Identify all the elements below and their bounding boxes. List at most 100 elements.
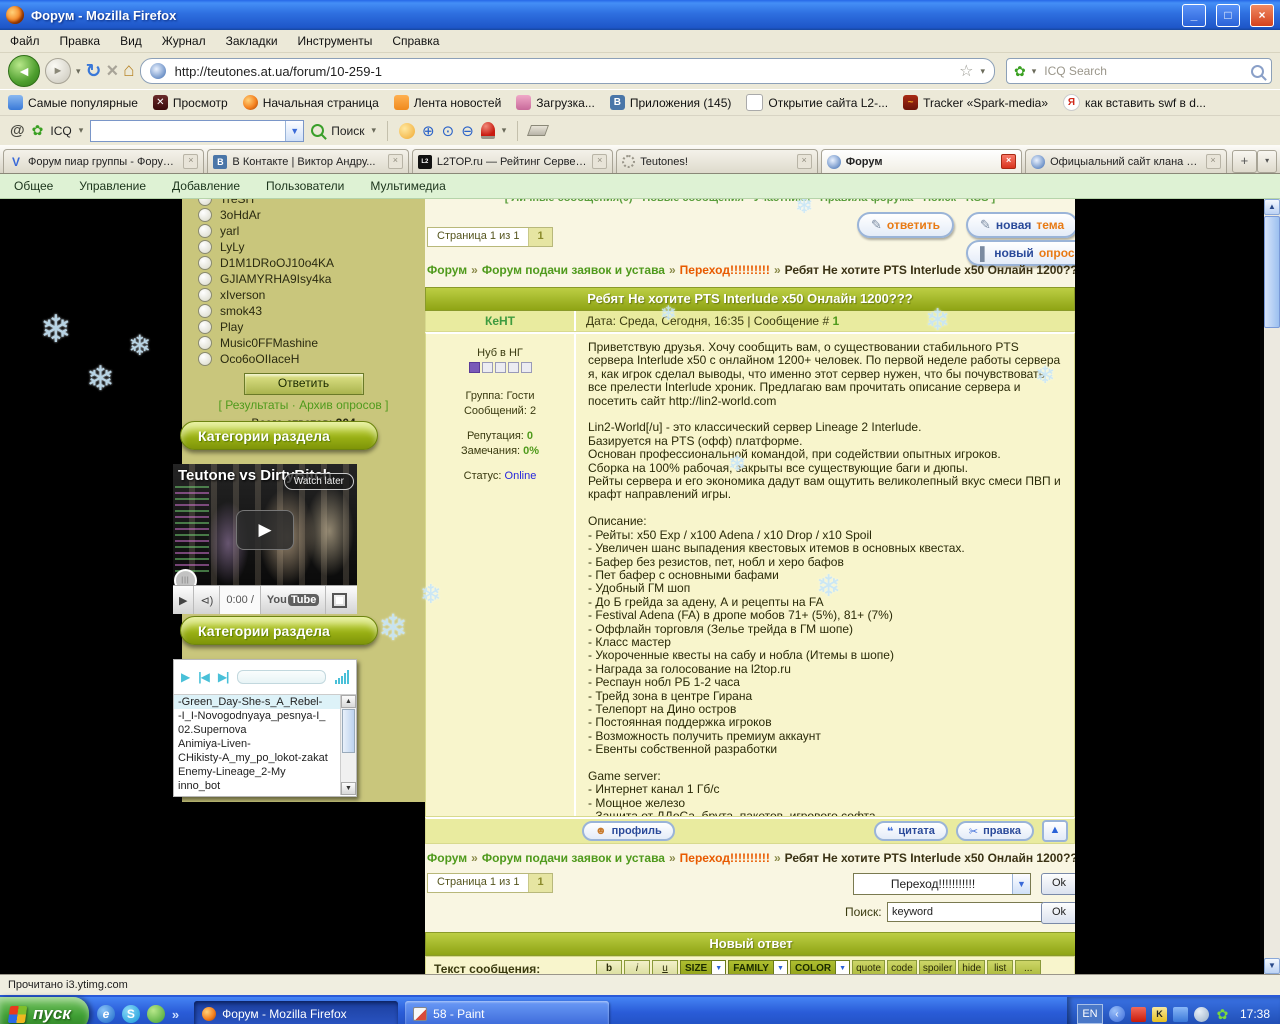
poll-option[interactable]: Play bbox=[198, 319, 425, 335]
ucoz-menu-management[interactable]: Управление bbox=[79, 179, 146, 193]
url-bar[interactable]: ☆ ▾ bbox=[139, 58, 995, 84]
search-options-dropdown-icon[interactable]: ▾ bbox=[372, 125, 377, 136]
playlist-track[interactable]: -Green_Day-She-s_A_Rebel- bbox=[174, 695, 356, 709]
bookmark-star-icon[interactable]: ☆ bbox=[959, 61, 973, 81]
menu-file[interactable]: Файл bbox=[10, 34, 40, 48]
radio-icon[interactable] bbox=[198, 199, 212, 206]
playlist-track[interactable]: -I_I-Novogodnyaya_pesnya-I_ bbox=[174, 709, 356, 723]
player-prev-button[interactable]: |◀ bbox=[198, 670, 210, 684]
select-dropdown-icon[interactable]: ▼ bbox=[1012, 874, 1030, 894]
list-bb-button[interactable]: list bbox=[987, 960, 1014, 974]
scroll-down-icon[interactable]: ▼ bbox=[341, 782, 356, 795]
poll-archive-link[interactable]: Архив опросов bbox=[299, 398, 382, 412]
poll-option[interactable]: Music0FFMashine bbox=[198, 335, 425, 351]
radio-icon[interactable] bbox=[198, 320, 212, 334]
bookmark-item[interactable]: Загрузка... bbox=[516, 95, 595, 110]
playlist-track[interactable]: 02.Supernova bbox=[174, 723, 356, 737]
search-ok-button[interactable]: Ok bbox=[1041, 902, 1075, 924]
bookmark-item[interactable]: ~ Tracker «Spark-media» bbox=[903, 95, 1048, 110]
tools-dropdown-icon[interactable]: ▾ bbox=[502, 125, 507, 136]
scroll-thumb[interactable] bbox=[342, 709, 355, 753]
ucoz-menu-general[interactable]: Общее bbox=[14, 179, 53, 193]
breadcrumb-subsection-link[interactable]: Переход!!!!!!!!!! bbox=[680, 263, 770, 277]
size-select[interactable]: SIZE ▼ bbox=[680, 960, 727, 974]
joystick-icon[interactable] bbox=[480, 122, 495, 139]
playlist-track[interactable]: Enemy-Lineage_2-My bbox=[174, 765, 356, 779]
bookmark-item[interactable]: B Приложения (145) bbox=[609, 95, 731, 110]
underline-button[interactable]: u bbox=[652, 960, 678, 974]
player-play-button[interactable]: ▶ bbox=[181, 670, 190, 684]
playlist-track[interactable]: CHikisty-A_my_po_lokot-zakat bbox=[174, 751, 356, 765]
forward-button[interactable]: ► bbox=[45, 58, 71, 84]
scroll-up-icon[interactable]: ▲ bbox=[341, 695, 356, 708]
jump-ok-button[interactable]: Ok bbox=[1041, 873, 1075, 895]
poll-option[interactable]: LyLy bbox=[198, 239, 425, 255]
radio-icon[interactable] bbox=[198, 256, 212, 270]
eraser-icon[interactable] bbox=[527, 125, 550, 136]
bold-button[interactable]: b bbox=[596, 960, 622, 974]
bookmark-item[interactable]: Открытие сайта L2-... bbox=[746, 94, 888, 111]
radio-icon[interactable] bbox=[198, 304, 212, 318]
web-search-input[interactable] bbox=[1042, 63, 1245, 79]
bookmark-item[interactable]: Самые популярные bbox=[8, 95, 138, 110]
play-overlay-button[interactable]: ▶ bbox=[236, 510, 294, 550]
bookmark-item[interactable]: Якак вставить swf в d... bbox=[1063, 94, 1206, 111]
select-dropdown-icon[interactable]: ▼ bbox=[835, 961, 850, 974]
edit-button[interactable]: ✂ правка bbox=[955, 821, 1034, 841]
tab-close-icon[interactable] bbox=[796, 154, 812, 169]
bookmark-item[interactable]: Лента новостей bbox=[393, 95, 501, 110]
forum-search-input[interactable] bbox=[887, 902, 1043, 922]
breadcrumb-forum-link[interactable]: Форум bbox=[427, 851, 467, 865]
jump-select[interactable]: Переход!!!!!!!!!!! ▼ bbox=[853, 873, 1031, 895]
select-dropdown-icon[interactable]: ▼ bbox=[711, 961, 726, 974]
tab-forum-piar[interactable]: V Форум пиар группы - Форум... bbox=[3, 149, 205, 173]
history-dropdown-icon[interactable]: ▾ bbox=[76, 66, 81, 77]
italic-button[interactable]: i bbox=[624, 960, 650, 974]
tray-collapse-icon[interactable]: ‹ bbox=[1108, 1006, 1125, 1022]
scroll-top-button[interactable]: ▲ bbox=[1042, 820, 1068, 842]
taskbar-item-paint[interactable]: 58 - Paint bbox=[405, 1001, 610, 1024]
zoom-out-icon[interactable]: ⊖ bbox=[461, 122, 474, 140]
poll-option[interactable]: smok43 bbox=[198, 303, 425, 319]
code-bb-button[interactable]: code bbox=[887, 960, 917, 974]
antivirus-tray-icon[interactable]: K bbox=[1151, 1006, 1167, 1022]
poll-option[interactable]: yarl bbox=[198, 223, 425, 239]
youtube-video-embed[interactable]: Teutone vs DirtyBitch Watch later ▶ ||| … bbox=[173, 464, 357, 614]
scroll-down-icon[interactable]: ▼ bbox=[1264, 958, 1280, 974]
playlist-track[interactable]: inno_bot bbox=[174, 779, 356, 793]
bookmark-item[interactable]: ✕ Просмотр bbox=[152, 95, 228, 110]
ucoz-menu-users[interactable]: Пользователи bbox=[266, 179, 344, 193]
tab-close-icon[interactable] bbox=[592, 154, 608, 169]
skype-icon[interactable]: S bbox=[121, 1005, 140, 1023]
radio-icon[interactable] bbox=[198, 288, 212, 302]
icq-search-button[interactable]: Поиск bbox=[331, 124, 364, 138]
volume-icon[interactable]: ⊲) bbox=[194, 586, 221, 614]
radio-icon[interactable] bbox=[198, 272, 212, 286]
at-icon[interactable]: @ bbox=[10, 122, 25, 139]
breadcrumb-section-link[interactable]: Форум подачи заявок и устава bbox=[482, 263, 665, 277]
scroll-up-icon[interactable]: ▲ bbox=[1264, 199, 1280, 215]
reload-button[interactable]: ↻ bbox=[86, 60, 102, 83]
webmoney-tray-icon[interactable] bbox=[1193, 1006, 1209, 1022]
menu-edit[interactable]: Правка bbox=[60, 34, 101, 48]
zoom-in-icon[interactable]: ⊕ bbox=[422, 122, 435, 140]
poll-option[interactable]: TreSH bbox=[198, 199, 425, 207]
youtube-logo[interactable]: You Tube bbox=[261, 586, 327, 614]
icq-dropdown-icon[interactable]: ▾ bbox=[79, 125, 84, 136]
watch-later-button[interactable]: Watch later bbox=[283, 473, 354, 490]
playlist-scrollbar[interactable]: ▲ ▼ bbox=[340, 695, 356, 795]
adobe-tray-icon[interactable] bbox=[1130, 1006, 1146, 1022]
radio-icon[interactable] bbox=[198, 336, 212, 350]
zoom-reset-icon[interactable]: ⊙ bbox=[442, 122, 455, 140]
combo-dropdown-icon[interactable]: ▼ bbox=[285, 120, 304, 141]
quote-bb-button[interactable]: quote bbox=[852, 960, 886, 974]
quicklaunch-icon[interactable] bbox=[146, 1005, 165, 1023]
menu-view[interactable]: Вид bbox=[120, 34, 142, 48]
tab-vkontakte[interactable]: B В Контакте | Виктор Андру... bbox=[207, 149, 409, 173]
new-tab-button[interactable]: + bbox=[1231, 150, 1258, 173]
icq-tray-icon[interactable]: ✿ bbox=[1215, 1006, 1230, 1022]
tab-clan-site[interactable]: Офицыальний сайт клана Fi... bbox=[1025, 149, 1227, 173]
tab-close-icon[interactable] bbox=[1205, 154, 1221, 169]
menu-tools[interactable]: Инструменты bbox=[298, 34, 373, 48]
poll-results-link[interactable]: Результаты bbox=[225, 398, 288, 412]
